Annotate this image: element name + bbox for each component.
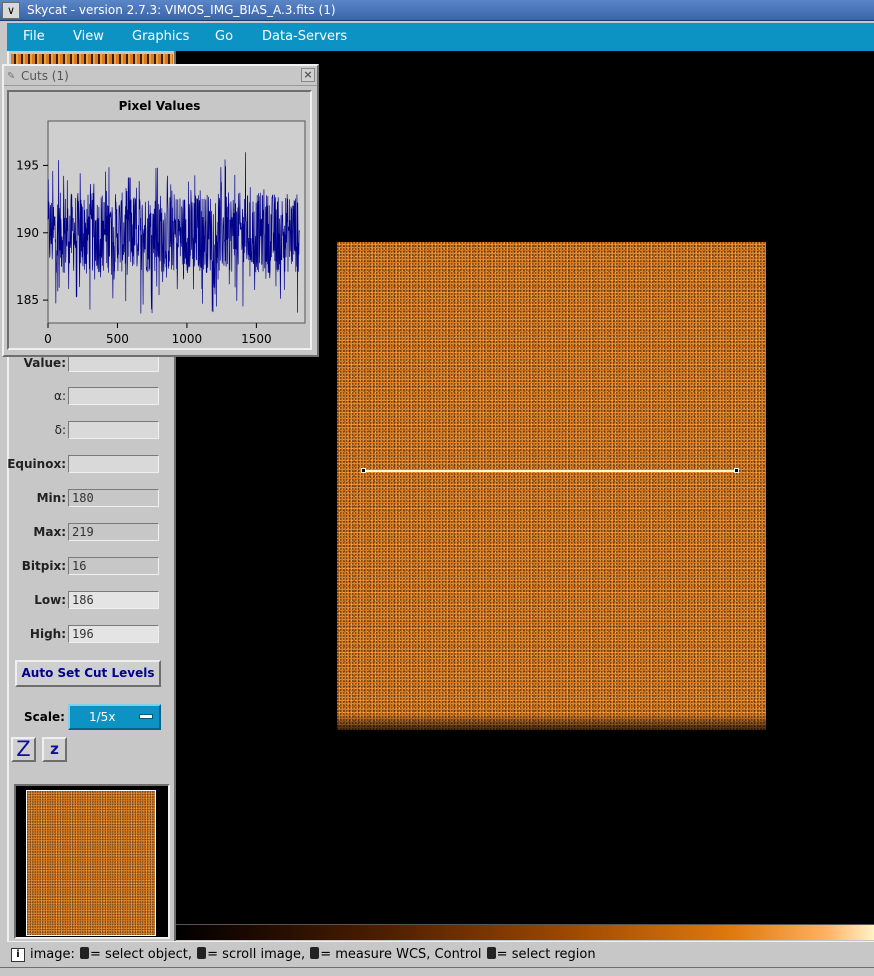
zoom-in-button[interactable]: Z — [11, 737, 36, 762]
image-edge-fade — [337, 714, 766, 730]
fits-image[interactable] — [337, 242, 766, 730]
cuts-title: Cuts (1) — [21, 69, 69, 83]
menu-graphics[interactable]: Graphics — [132, 29, 189, 44]
status-measure-wcs: = measure WCS, Control — [320, 947, 482, 962]
info-icon: i — [11, 948, 25, 962]
high-label: High: — [29, 627, 66, 641]
mouse-middle-icon — [197, 947, 207, 959]
equinox-row: Equinox: — [7, 455, 174, 475]
menu-bar-inner: File View Graphics Go Data-Servers — [7, 23, 874, 51]
cut-line-start-handle[interactable] — [361, 468, 366, 473]
max-row: Max: 219 — [9, 523, 174, 543]
low-label: Low: — [34, 593, 66, 607]
ra-row: α: — [9, 387, 174, 407]
bitpix-field: 16 — [68, 557, 159, 575]
status-image: image: — [30, 947, 75, 962]
ra-label: α: — [54, 389, 66, 403]
pan-window[interactable] — [14, 784, 170, 939]
scale-value: 1/5x — [89, 710, 116, 724]
x-tick-label: 500 — [106, 332, 129, 346]
cut-line-end-handle[interactable] — [734, 468, 739, 473]
auto-set-cut-levels-button[interactable]: Auto Set Cut Levels — [15, 660, 161, 687]
menu-data-servers[interactable]: Data-Servers — [262, 29, 347, 44]
mouse-right-icon — [310, 947, 320, 959]
dec-field — [68, 421, 159, 439]
close-icon[interactable]: × — [301, 68, 315, 82]
bottom-strip — [0, 967, 874, 976]
menu-bar: File View Graphics Go Data-Servers — [0, 21, 874, 51]
low-input[interactable]: 186 — [68, 591, 159, 609]
menu-go[interactable]: Go — [215, 29, 233, 44]
x-tick-label: 1000 — [172, 332, 203, 346]
max-field: 219 — [68, 523, 159, 541]
x-tick-label: 0 — [44, 332, 52, 346]
high-row: High: 196 — [9, 625, 174, 645]
ra-field — [68, 387, 159, 405]
pixel-values-graph: 185 190 195 0 500 1000 1500 — [16, 120, 306, 346]
status-select-region: = select region — [496, 947, 596, 962]
mouse-left-icon — [486, 947, 496, 959]
dec-row: δ: — [9, 421, 174, 441]
menu-file[interactable]: File — [23, 29, 45, 44]
zoom-out-button[interactable]: z — [42, 737, 67, 762]
status-text: image: = select object, = scroll image, … — [30, 947, 596, 962]
status-bar: i image: = select object, = scroll image… — [7, 941, 874, 967]
graph-frame: Pixel Values 185 190 195 0 500 1000 1500 — [7, 90, 312, 350]
option-menu-indicator-icon — [139, 714, 153, 719]
min-label: Min: — [36, 491, 66, 505]
y-tick-label: 195 — [16, 158, 39, 172]
scale-menu[interactable]: 1/5x — [68, 704, 161, 730]
menu-view[interactable]: View — [73, 29, 104, 44]
value-label: Value: — [23, 356, 66, 370]
equinox-field — [68, 455, 159, 473]
pan-thumbnail[interactable] — [26, 790, 156, 936]
cuts-dialog: ✎ Cuts (1) × Pixel Values 185 190 195 0 500… — [2, 64, 319, 357]
status-select-object: = select object, — [90, 947, 192, 962]
low-row: Low: 186 — [9, 591, 174, 611]
y-tick-label: 190 — [16, 226, 39, 240]
equinox-label: Equinox: — [7, 457, 66, 471]
mouse-left-icon — [80, 947, 90, 959]
y-tick-label: 185 — [16, 293, 39, 307]
colorbar[interactable] — [176, 924, 874, 940]
window-title: Skycat - version 2.7.3: VIMOS_IMG_BIAS_A… — [27, 3, 336, 17]
min-field: 180 — [68, 489, 159, 507]
cuts-title-bar[interactable]: ✎ Cuts (1) × — [4, 66, 317, 86]
bitpix-row: Bitpix: 16 — [9, 557, 174, 577]
cut-line[interactable] — [363, 470, 737, 472]
window-title-bar[interactable]: ∨ Skycat - version 2.7.3: VIMOS_IMG_BIAS… — [0, 0, 874, 21]
high-input[interactable]: 196 — [68, 625, 159, 643]
min-row: Min: 180 — [9, 489, 174, 509]
x-tick-label: 1500 — [241, 332, 272, 346]
window-menu-button[interactable]: ∨ — [2, 2, 20, 19]
value-row: Value: — [9, 354, 174, 374]
dec-label: δ: — [54, 423, 66, 437]
max-label: Max: — [33, 525, 66, 539]
status-scroll-image: = scroll image, — [207, 947, 306, 962]
scale-label: Scale: — [24, 710, 65, 724]
pin-icon: ✎ — [7, 71, 16, 82]
bitpix-label: Bitpix: — [21, 559, 66, 573]
